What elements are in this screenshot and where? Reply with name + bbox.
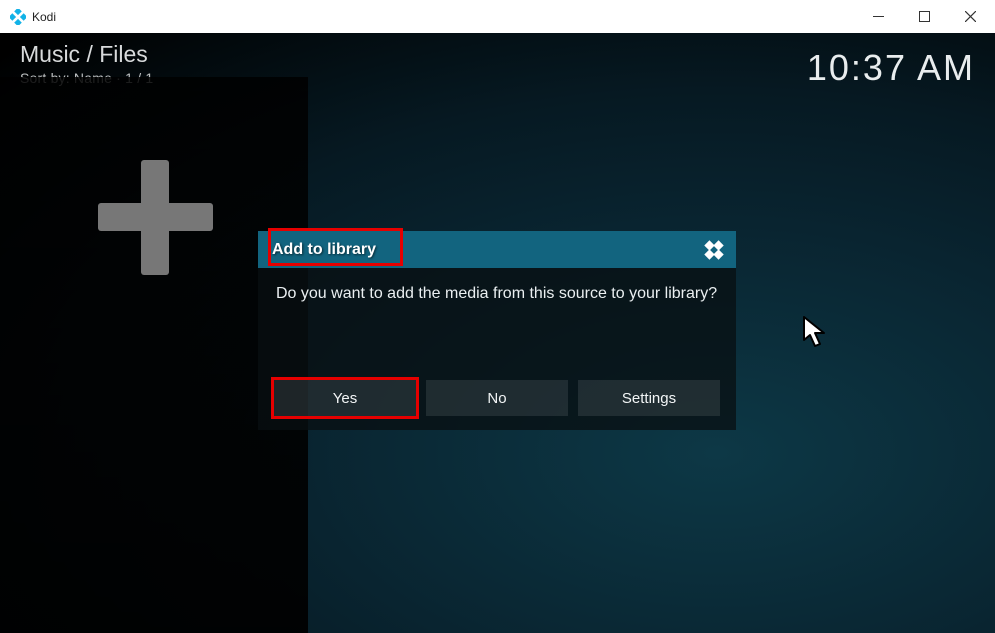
dialog-message: Do you want to add the media from this s… [258,268,736,380]
clock: 10:37 AM [807,47,975,89]
settings-button[interactable]: Settings [578,380,720,416]
yes-button[interactable]: Yes [274,380,416,416]
app-brand: Kodi [10,9,56,25]
add-to-library-dialog: Add to library Do you want to add the me… [258,231,736,430]
settings-button-label: Settings [622,390,676,407]
kodi-diamond-icon [703,239,725,261]
plus-icon [98,160,213,275]
dialog-actions: Yes No Settings [258,380,736,430]
yes-button-label: Yes [333,390,357,407]
minimize-button[interactable] [855,0,901,33]
close-button[interactable] [947,0,993,33]
app-content-area: Music / Files Sort by: Name · 1 / 1 10:3… [0,33,995,633]
cursor-icon [803,316,829,348]
window-controls [855,0,993,33]
add-source-tile[interactable] [80,142,230,292]
no-button[interactable]: No [426,380,568,416]
app-title: Kodi [32,10,56,24]
breadcrumb: Music / Files [20,41,153,68]
dialog-header: Add to library [258,231,736,268]
kodi-logo-icon [10,9,26,25]
window-titlebar: Kodi [0,0,995,33]
maximize-button[interactable] [901,0,947,33]
no-button-label: No [487,390,506,407]
dialog-title: Add to library [272,241,376,259]
